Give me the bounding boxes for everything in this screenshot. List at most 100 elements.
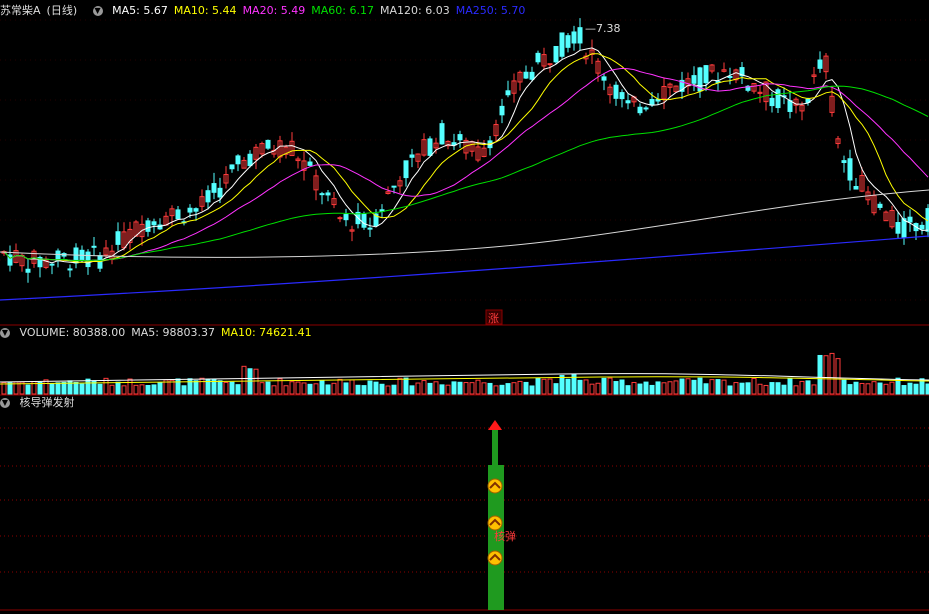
- volume-bar-down: [229, 381, 235, 395]
- volume-bar-down: [115, 381, 121, 395]
- volume-bar-down: [853, 381, 859, 395]
- candle-down: [91, 245, 97, 248]
- volume-bar-down: [55, 382, 61, 395]
- candle-down: [175, 209, 181, 220]
- candle-down: [193, 208, 199, 212]
- candle-down: [499, 105, 505, 116]
- candle-down: [847, 158, 853, 181]
- volume-bar-up: [481, 382, 487, 395]
- volume-bar-down: [325, 384, 331, 395]
- volume-bar-up: [223, 381, 229, 395]
- candle-down: [895, 222, 901, 234]
- volume-bar-down: [97, 383, 103, 395]
- volume-bar-up: [595, 382, 601, 395]
- candle-down: [919, 224, 925, 230]
- candle-down: [853, 185, 859, 190]
- volume-bar-down: [457, 381, 463, 395]
- candle-down: [49, 263, 55, 266]
- volume-bar-down: [451, 381, 457, 395]
- volume-bar-down: [487, 382, 493, 395]
- volume-bar-up: [685, 378, 691, 395]
- candle-down: [565, 35, 571, 48]
- volume-bar-down: [265, 381, 271, 395]
- volume-bar-up: [349, 379, 355, 395]
- volume-bar-up: [589, 383, 595, 395]
- stock-chart: —7.38 涨核弹: [0, 18, 929, 611]
- candle-down: [361, 213, 367, 228]
- volume-bar-down: [409, 385, 415, 395]
- candle-down: [505, 90, 511, 96]
- candle-down: [535, 52, 541, 63]
- volume-bar-up: [607, 377, 613, 395]
- volume-bar-up: [811, 384, 817, 395]
- volume-bar-down: [85, 378, 91, 395]
- candle-down: [817, 59, 823, 69]
- volume-bar-down: [175, 378, 181, 395]
- volume-bar-down: [391, 384, 397, 395]
- volume-bar-up: [475, 379, 481, 395]
- volume-bar-down: [577, 379, 583, 395]
- volume-bar-down: [319, 380, 325, 395]
- volume-bar-up: [127, 378, 133, 395]
- volume-bar-up: [199, 377, 205, 395]
- volume-bar-down: [565, 378, 571, 395]
- volume-bar-down: [37, 381, 43, 395]
- candle-down: [523, 71, 529, 79]
- volume-bar-down: [187, 378, 193, 395]
- candle-down: [691, 75, 697, 84]
- volume-bar-up: [385, 385, 391, 395]
- volume-bar-down: [787, 377, 793, 395]
- volume-bar-down: [781, 384, 787, 395]
- volume-bar-up: [889, 381, 895, 395]
- signal-text: 核弹: [494, 529, 516, 543]
- volume-bar-up: [445, 384, 451, 395]
- volume-bar-up: [433, 381, 439, 395]
- volume-bar-down: [913, 383, 919, 395]
- candle-down: [403, 160, 409, 179]
- zhang-tag: 涨: [488, 312, 499, 325]
- volume-bar-down: [403, 377, 409, 395]
- ma20-line: [3, 67, 929, 262]
- volume-bar-up: [751, 377, 757, 395]
- volume-bar-down: [193, 380, 199, 395]
- volume-bar-down: [901, 385, 907, 395]
- volume-bar-up: [139, 384, 145, 395]
- candle-down: [265, 139, 271, 149]
- candle-down: [529, 71, 535, 80]
- volume-bar-up: [859, 382, 865, 395]
- candle-down: [229, 164, 235, 170]
- volume-bar-up: [721, 379, 727, 395]
- volume-bar-up: [583, 379, 589, 395]
- volume-bar-down: [529, 385, 535, 395]
- volume-bar-down: [427, 382, 433, 395]
- volume-bar-down: [307, 383, 313, 395]
- candle-down: [769, 97, 775, 107]
- volume-bar-down: [235, 384, 241, 395]
- ma60-line: [3, 85, 929, 262]
- candle-down: [439, 123, 445, 145]
- rocket-neck: [492, 430, 498, 470]
- volume-bar-up: [241, 365, 247, 395]
- candle-down: [571, 31, 577, 44]
- candle-down: [457, 134, 463, 141]
- candle-up: [547, 63, 553, 66]
- volume-bar-down: [151, 384, 157, 395]
- candle-down: [577, 27, 583, 44]
- candle-down: [145, 220, 151, 232]
- volume-bar-down: [361, 385, 367, 395]
- volume-bar-down: [73, 381, 79, 395]
- volume-bar-up: [337, 378, 343, 395]
- volume-bar-up: [463, 382, 469, 395]
- candle-down: [391, 185, 397, 188]
- volume-bar-down: [727, 385, 733, 395]
- volume-bar-down: [367, 380, 373, 395]
- volume-bar-down: [877, 382, 883, 395]
- volume-bar-down: [817, 354, 823, 395]
- candle-down: [409, 154, 415, 158]
- volume-bar-up: [133, 384, 139, 395]
- volume-bar-up: [763, 384, 769, 395]
- ma250-line: [0, 235, 929, 301]
- volume-bar-up: [865, 383, 871, 395]
- volume-bar-down: [355, 384, 361, 395]
- volume-bar-down: [697, 377, 703, 395]
